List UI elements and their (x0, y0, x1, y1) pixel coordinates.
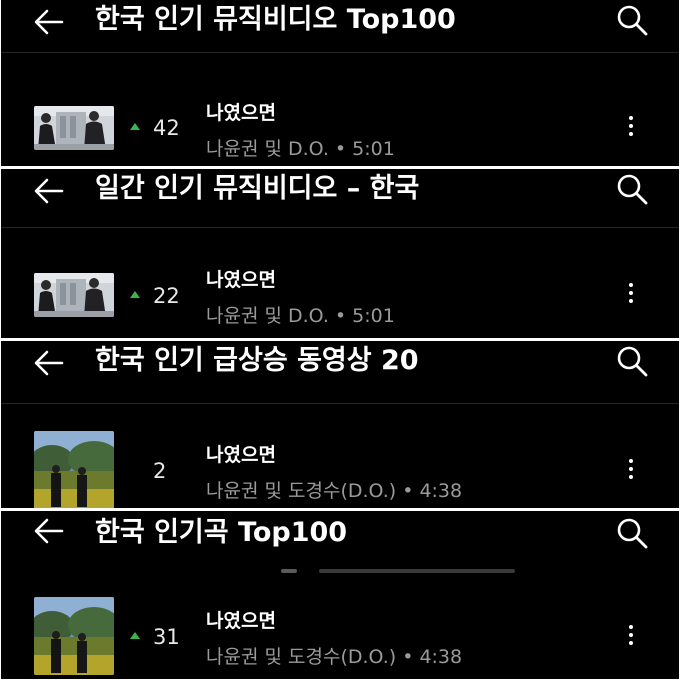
scrolled-row-remnant (1, 559, 679, 579)
chart-screen-top100-songs: 한국 인기곡 Top100 31 나였으면 나윤권 및 도경수(D.O.) • … (1, 511, 679, 679)
header-divider (1, 227, 679, 228)
arrow-left-icon (34, 518, 64, 544)
header-divider (1, 52, 679, 53)
back-button[interactable] (29, 345, 69, 381)
search-icon (617, 5, 648, 36)
search-icon (617, 346, 648, 377)
track-row[interactable]: 2 나였으면 나윤권 및 도경수(D.O.) • 4:38 (1, 429, 679, 508)
more-vert-icon (629, 625, 633, 629)
arrow-left-icon (34, 350, 64, 376)
track-row[interactable]: 22 나였으면 나윤권 및 D.O. • 5:01 (1, 256, 679, 338)
album-art (34, 597, 114, 675)
search-button[interactable] (613, 343, 653, 381)
song-artist-duration: 나윤권 및 도경수(D.O.) • 4:38 (206, 480, 463, 502)
more-vert-icon (629, 283, 633, 287)
trend-up-icon (130, 632, 140, 639)
track-row[interactable]: 31 나였으면 나윤권 및 도경수(D.O.) • 4:38 (1, 595, 679, 677)
app-bar: 한국 인기 뮤직비디오 Top100 (1, 0, 679, 46)
more-options-button[interactable] (619, 116, 643, 146)
chart-screen-trending-20: 한국 인기 급상승 동영상 20 2 나였으면 나윤권 및 도경수(D.O.) … (1, 341, 679, 508)
search-icon (617, 518, 648, 549)
search-icon (617, 174, 648, 205)
back-button[interactable] (29, 4, 69, 40)
song-title: 나였으면 (206, 444, 276, 466)
rank-number: 31 (153, 625, 180, 649)
page-title: 한국 인기 급상승 동영상 20 (95, 345, 419, 376)
track-row[interactable]: 42 나였으면 나윤권 및 D.O. • 5:01 (1, 86, 679, 166)
more-vert-icon (629, 116, 633, 120)
song-artist-duration: 나윤권 및 도경수(D.O.) • 4:38 (206, 646, 463, 668)
header-divider (1, 403, 679, 404)
trend-up-icon (130, 291, 140, 298)
search-button[interactable] (613, 515, 653, 553)
app-bar: 일간 인기 뮤직비디오 – 한국 (1, 169, 679, 215)
search-button[interactable] (613, 2, 653, 40)
back-button[interactable] (29, 513, 69, 549)
more-options-button[interactable] (619, 283, 643, 313)
video-thumbnail (34, 106, 114, 150)
app-bar: 한국 인기 급상승 동영상 20 (1, 341, 679, 387)
video-thumbnail (34, 273, 114, 317)
song-title: 나였으면 (206, 610, 276, 632)
rank-number: 22 (153, 284, 180, 308)
rank-number: 42 (153, 116, 180, 140)
back-button[interactable] (29, 173, 69, 209)
song-artist-duration: 나윤권 및 D.O. • 5:01 (206, 138, 395, 160)
rank-number: 2 (153, 459, 167, 483)
chart-screen-daily-mv: 일간 인기 뮤직비디오 – 한국 22 나였으면 나윤권 및 D.O. • 5:… (1, 169, 679, 338)
search-button[interactable] (613, 171, 653, 209)
more-vert-icon (629, 459, 633, 463)
page-title: 일간 인기 뮤직비디오 – 한국 (95, 173, 420, 204)
more-options-button[interactable] (619, 459, 643, 489)
song-artist-duration: 나윤권 및 D.O. • 5:01 (206, 305, 395, 327)
album-art (34, 431, 114, 508)
more-options-button[interactable] (619, 625, 643, 655)
chart-screen-top100-mv: 한국 인기 뮤직비디오 Top100 42 나였으면 나윤권 및 D.O. • … (1, 0, 679, 166)
trend-up-icon (130, 123, 140, 130)
arrow-left-icon (34, 178, 64, 204)
app-bar: 한국 인기곡 Top100 (1, 511, 679, 557)
song-title: 나였으면 (206, 102, 276, 124)
arrow-left-icon (34, 9, 64, 35)
page-title: 한국 인기곡 Top100 (95, 517, 348, 548)
song-title: 나였으면 (206, 269, 276, 291)
page-title: 한국 인기 뮤직비디오 Top100 (95, 4, 456, 35)
